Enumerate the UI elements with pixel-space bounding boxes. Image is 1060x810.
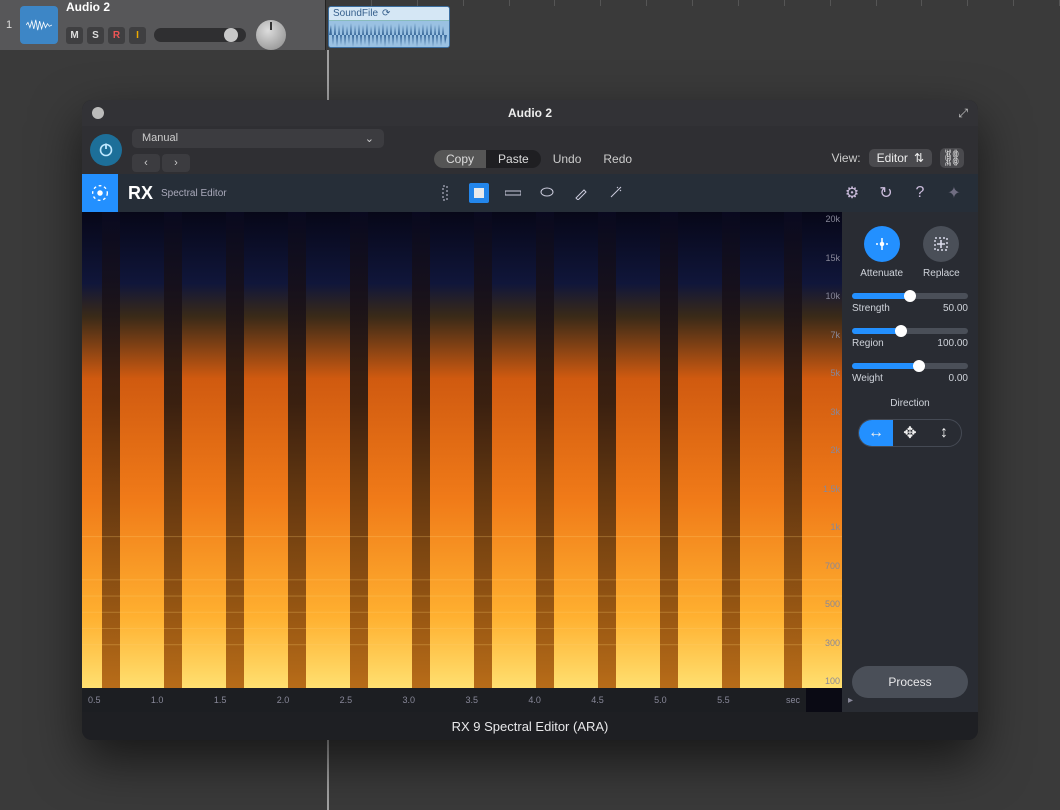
time-axis: 0.51.01.52.02.53.03.54.04.55.05.5sec — [82, 688, 806, 712]
tool-wand[interactable] — [605, 183, 625, 203]
strength-label: Strength — [852, 303, 890, 314]
record-button[interactable]: R — [108, 27, 125, 44]
param-weight[interactable]: Weight 0.00 — [852, 363, 968, 384]
track-name[interactable]: Audio 2 — [66, 0, 325, 14]
redo-button[interactable]: Redo — [593, 150, 642, 168]
track-area: 1 Audio 2 M S R I SoundFile ⟳ — [0, 0, 1060, 60]
timeline[interactable]: SoundFile ⟳ — [326, 0, 1060, 50]
solo-button[interactable]: S — [87, 27, 104, 44]
direction-label: Direction — [852, 398, 968, 409]
prev-preset-button[interactable]: ‹ — [132, 154, 160, 172]
track-header[interactable]: 1 Audio 2 M S R I — [0, 0, 326, 50]
preset-dropdown[interactable]: Manual ⌄ — [132, 129, 384, 148]
region-label: Region — [852, 338, 884, 349]
plugin-footer: RX 9 Spectral Editor (ARA) — [82, 712, 978, 740]
history-icon[interactable]: ↻ — [876, 183, 896, 203]
next-preset-button[interactable]: › — [162, 154, 190, 172]
direction-both[interactable]: ✥ — [893, 420, 927, 446]
process-button[interactable]: Process — [852, 666, 968, 698]
volume-slider[interactable] — [154, 28, 246, 42]
param-strength[interactable]: Strength 50.00 — [852, 293, 968, 314]
paste-button[interactable]: Paste — [486, 150, 541, 168]
plugin-window: Audio 2 ⤢ Manual ⌄ ‹ › Copy Paste Undo R… — [82, 100, 978, 740]
disclosure-icon[interactable]: ▸ — [848, 695, 853, 706]
window-title: Audio 2 — [508, 106, 552, 120]
view-dropdown[interactable]: Editor ⇅ — [869, 149, 932, 167]
chevron-down-icon: ⌄ — [365, 132, 374, 145]
repair-icon[interactable]: ✦ — [944, 183, 964, 203]
replace-icon — [923, 226, 959, 262]
rx-header: RX Spectral Editor ⚙ ↻ ? ✦ — [82, 174, 978, 212]
track-number: 1 — [0, 19, 18, 31]
view-value: Editor — [877, 151, 908, 165]
rx-brand: RX — [128, 183, 153, 204]
direction-toggle[interactable]: ↔ ✥ ↕ — [858, 419, 962, 447]
region-name: SoundFile — [333, 8, 378, 19]
strength-value: 50.00 — [943, 303, 968, 314]
help-icon[interactable]: ? — [910, 183, 930, 203]
pan-knob[interactable] — [256, 20, 286, 50]
weight-value: 0.00 — [949, 373, 968, 384]
window-titlebar[interactable]: Audio 2 ⤢ — [82, 100, 978, 126]
preset-label: Manual — [142, 132, 178, 144]
weight-label: Weight — [852, 373, 883, 384]
mode-replace[interactable]: Replace — [923, 226, 960, 279]
tool-freq-select[interactable] — [503, 183, 523, 203]
direction-horizontal[interactable]: ↔ — [859, 420, 893, 446]
loop-icon: ⟳ — [382, 8, 390, 19]
up-down-icon: ⇅ — [914, 151, 924, 165]
attenuate-label: Attenuate — [860, 268, 903, 279]
direction-vertical[interactable]: ↕ — [927, 420, 961, 446]
plugin-toolbar: Manual ⌄ ‹ › Copy Paste Undo Redo View: … — [82, 126, 978, 174]
close-dot[interactable] — [92, 107, 104, 119]
attenuate-icon — [864, 226, 900, 262]
rx-subtitle: Spectral Editor — [161, 188, 227, 199]
tool-brush[interactable] — [571, 183, 591, 203]
tool-time-select[interactable] — [435, 183, 455, 203]
audio-region[interactable]: SoundFile ⟳ — [328, 6, 450, 48]
rx-side-panel: Attenuate Replace Strength 50.00 Region 10… — [842, 212, 978, 712]
undo-button[interactable]: Undo — [543, 150, 592, 168]
tool-tf-select[interactable] — [469, 183, 489, 203]
replace-label: Replace — [923, 268, 960, 279]
region-waveform — [329, 21, 449, 48]
mute-button[interactable]: M — [66, 27, 83, 44]
region-value: 100.00 — [937, 338, 968, 349]
link-button[interactable]: ⛓ — [940, 148, 964, 168]
settings-icon[interactable]: ⚙ — [842, 183, 862, 203]
mode-attenuate[interactable]: Attenuate — [860, 226, 903, 279]
rx-logo-icon — [82, 174, 118, 212]
view-label: View: — [831, 151, 860, 165]
track-type-icon[interactable] — [20, 6, 58, 44]
input-monitor-button[interactable]: I — [129, 27, 146, 44]
spectrogram[interactable]: 20k15k10k7k5k3k2k1.5k1k700500300100 0.51… — [82, 212, 842, 712]
tool-lasso[interactable] — [537, 183, 557, 203]
power-button[interactable] — [90, 134, 122, 166]
expand-icon[interactable]: ⤢ — [958, 106, 968, 121]
param-region[interactable]: Region 100.00 — [852, 328, 968, 349]
copy-button[interactable]: Copy — [434, 150, 486, 168]
